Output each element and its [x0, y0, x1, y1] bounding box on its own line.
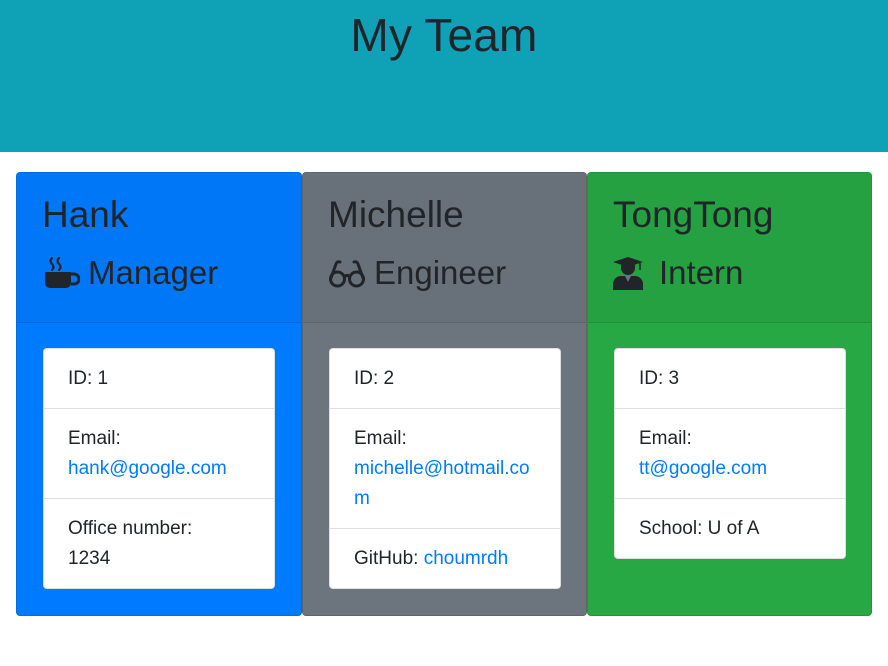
list-item-id: ID: 2 [330, 349, 560, 409]
email-label: Email: [354, 428, 407, 449]
github-link[interactable]: choumrdh [424, 548, 509, 569]
employee-role: Engineer [328, 253, 506, 293]
info-list: ID: 1 Email: hank@google.com Office numb… [43, 348, 275, 589]
role-label: Intern [659, 254, 744, 291]
card-header: Michelle Engineer [303, 173, 586, 323]
graduate-icon [613, 256, 651, 290]
list-item-id: ID: 1 [44, 349, 274, 409]
card-header: TongTong Intern [588, 173, 871, 323]
employee-role: Intern [613, 253, 743, 293]
page-header: My Team [0, 0, 888, 152]
list-item-email: Email: hank@google.com [44, 409, 274, 499]
engineer-card: Michelle Engineer ID: 2 Email: michelle@… [302, 172, 587, 616]
intern-card: TongTong Intern ID: 3 Email: tt@google.c… [587, 172, 872, 616]
list-item-school: School: U of A [615, 499, 845, 558]
email-label: Email: [639, 428, 692, 449]
card-header: Hank Manager [17, 173, 301, 323]
list-item-github: GitHub: choumrdh [330, 529, 560, 588]
school-name: U of A [707, 518, 760, 539]
list-item-email: Email: michelle@hotmail.com [330, 409, 560, 529]
office-number: 1234 [68, 548, 111, 569]
employee-role: Manager [42, 253, 218, 293]
manager-card: Hank Manager ID: 1 Email: hank@google.co… [16, 172, 302, 616]
role-label: Engineer [374, 254, 507, 291]
info-list: ID: 3 Email: tt@google.com School: U of … [614, 348, 846, 559]
list-item-office: Office number: 1234 [44, 499, 274, 588]
glasses-icon [328, 256, 366, 290]
list-item-id: ID: 3 [615, 349, 845, 409]
info-list: ID: 2 Email: michelle@hotmail.com GitHub… [329, 348, 561, 589]
email-label: Email: [68, 428, 121, 449]
email-link[interactable]: tt@google.com [639, 458, 767, 479]
page-title: My Team [350, 9, 538, 61]
employee-name: Michelle [328, 194, 464, 235]
coffee-mug-icon [42, 256, 80, 290]
email-link[interactable]: michelle@hotmail.com [354, 458, 530, 509]
role-label: Manager [88, 254, 219, 291]
github-label: GitHub: [354, 548, 419, 569]
list-item-email: Email: tt@google.com [615, 409, 845, 499]
school-label: School: [639, 518, 703, 539]
email-link[interactable]: hank@google.com [68, 458, 227, 479]
office-label: Office number: [68, 518, 193, 539]
employee-name: TongTong [613, 194, 774, 235]
employee-name: Hank [42, 194, 129, 235]
